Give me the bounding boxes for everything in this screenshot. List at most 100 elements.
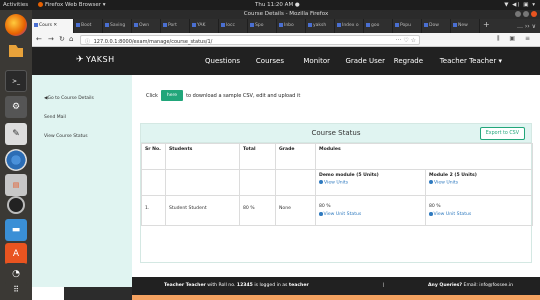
info-icon	[429, 212, 433, 216]
tab-bar: Cours ✕ Boot Saving Own Port YAK locc Sp…	[32, 19, 540, 33]
url-bar[interactable]: ⓘ 127.0.0.1:8000/exam/manage/course_stat…	[80, 35, 420, 45]
footer-separator: |	[383, 283, 385, 288]
yaksh-logo-icon: ✈	[76, 55, 85, 65]
module-header: Module 2 (5 Units) View Units	[425, 169, 533, 196]
site-footer: Teacher Teacher with Roll no. 12345 is l…	[132, 277, 540, 295]
grade-cell: None	[275, 195, 316, 226]
store-icon[interactable]: A	[5, 243, 27, 265]
sidebar-item-send-mail[interactable]: Send Mail	[44, 115, 66, 120]
module-progress-cell: 80 % View Unit Status	[425, 195, 533, 226]
settings-icon[interactable]: ⚙	[5, 96, 27, 118]
firefox-icon[interactable]	[5, 14, 27, 36]
module-name: Demo module (5 Units)	[319, 173, 379, 178]
course-status-panel: Course Status Export to CSV Sr No. Stude…	[140, 123, 533, 263]
module-progress-cell: 80 % View Unit Status	[315, 195, 426, 226]
reload-icon[interactable]: ↻	[59, 35, 65, 43]
nav-bar: ← → ↻ ⌂ ⓘ 127.0.0.1:8000/exam/manage/cou…	[32, 33, 540, 47]
main-content: Click here to download a sample CSV, edi…	[132, 75, 540, 287]
nav-courses[interactable]: Courses	[256, 57, 284, 65]
tab[interactable]: Port	[161, 19, 190, 33]
tab[interactable]: Index o	[335, 19, 364, 33]
tab[interactable]: Dow	[422, 19, 451, 33]
total-cell: 80 %	[239, 195, 276, 226]
view-units-link[interactable]: View Units	[319, 180, 422, 186]
view-units-link[interactable]: View Units	[429, 180, 529, 186]
nav-regrade[interactable]: Regrade	[394, 57, 423, 65]
chromium-icon[interactable]	[5, 149, 27, 171]
info-icon	[319, 212, 323, 216]
disk-icon[interactable]	[7, 196, 25, 214]
os-top-bar: Activities Firefox Web Browser ▾ Thu 11:…	[0, 0, 540, 10]
firefox-window: Course Details - Mozilla Firefox Cours ✕…	[32, 10, 540, 300]
apps-grid-icon[interactable]: ⠿	[5, 278, 27, 300]
col-modules: Modules	[315, 143, 533, 170]
module-header: Demo module (5 Units) View Units	[315, 169, 426, 196]
view-unit-status-link[interactable]: View Unit Status	[429, 212, 529, 217]
minimize-icon[interactable]	[515, 11, 521, 17]
info-icon	[429, 180, 433, 184]
here-button[interactable]: here	[160, 90, 184, 101]
table-header-row: Sr No. Students Total Grade Modules	[141, 143, 533, 170]
sidebar-bottom-spacer	[64, 287, 132, 300]
site-header: ✈ YAKSH Questions Courses Monitor Grade U…	[32, 47, 540, 75]
tab[interactable]: Own	[132, 19, 161, 33]
nav-monitor[interactable]: Monitor	[303, 57, 330, 65]
modules-header-row: Demo module (5 Units) View Units Module …	[141, 169, 533, 196]
system-tray[interactable]: ▼ ◀) ▣ ▾	[504, 2, 536, 8]
col-sr-no: Sr No.	[141, 143, 166, 170]
tab[interactable]: goo	[364, 19, 393, 33]
view-unit-status-link[interactable]: View Unit Status	[319, 212, 422, 217]
footer-contact: Any Queries? Email: info@fossee.in	[428, 283, 514, 288]
toolbar-icons[interactable]: ⫼ ▣ ≡	[497, 35, 534, 43]
software-icon[interactable]: ▤	[5, 174, 27, 196]
window-title-bar: Course Details - Mozilla Firefox	[32, 10, 540, 19]
tab[interactable]: yaksh	[306, 19, 335, 33]
tab[interactable]: Boot	[74, 19, 103, 33]
app-menu[interactable]: Firefox Web Browser ▾	[38, 2, 106, 8]
editor-icon[interactable]: ✎	[5, 123, 27, 145]
terminal-icon[interactable]: >_	[5, 70, 27, 92]
new-tab-button[interactable]: +	[480, 19, 493, 33]
col-total: Total	[239, 143, 276, 170]
page-actions-icon[interactable]: ··· ♡ ☆	[396, 37, 416, 44]
sidebar-item-course-status[interactable]: View Course Status	[44, 134, 88, 139]
writer-icon[interactable]: ▬	[5, 219, 27, 241]
forward-icon[interactable]: →	[48, 35, 54, 43]
student-cell: Student Student	[165, 195, 240, 226]
nav-user-menu[interactable]: Teacher Teacher ▾	[440, 57, 502, 65]
nav-questions[interactable]: Questions	[205, 57, 240, 65]
table-row: 1. Student Student 80 % None 80 % View U…	[141, 195, 533, 226]
tab[interactable]: Popu	[393, 19, 422, 33]
tab[interactable]: New	[451, 19, 480, 33]
info-icon[interactable]: ⓘ	[85, 39, 90, 45]
activities-button[interactable]: Activities	[3, 2, 28, 8]
site-logo[interactable]: ✈ YAKSH	[76, 55, 115, 65]
col-students: Students	[165, 143, 240, 170]
footer-user-info: Teacher Teacher with Roll no. 12345 is l…	[164, 283, 309, 288]
export-csv-button[interactable]: Export to CSV	[479, 127, 525, 140]
sr-cell: 1.	[141, 195, 166, 226]
files-icon[interactable]	[5, 40, 27, 62]
tab[interactable]: Inbo	[277, 19, 306, 33]
sidebar: ◀Go to Course Details Send Mail View Cou…	[32, 75, 132, 287]
close-icon[interactable]	[531, 11, 537, 17]
info-icon	[319, 180, 323, 184]
csv-download-line: Click here to download a sample CSV, edi…	[146, 90, 300, 101]
footer-accent-bar	[132, 295, 540, 300]
dock: >_ ⚙ ✎ ▤ ▬ A ◔ ⠿	[0, 10, 32, 300]
nav-grade-user[interactable]: Grade User	[345, 57, 385, 65]
tab[interactable]: Spo	[248, 19, 277, 33]
maximize-icon[interactable]	[523, 11, 529, 17]
back-icon[interactable]: ←	[36, 35, 42, 43]
panel-header: Course Status Export to CSV	[141, 124, 531, 143]
tab[interactable]: locc	[219, 19, 248, 33]
tab[interactable]: YAK	[190, 19, 219, 33]
url-text[interactable]: 127.0.0.1:8000/exam/manage/course_status…	[94, 39, 213, 45]
tab[interactable]: Saving	[103, 19, 132, 33]
clock[interactable]: Thu 11:20 AM ●	[255, 2, 300, 8]
home-icon[interactable]: ⌂	[69, 35, 73, 43]
window-title: Course Details - Mozilla Firefox	[243, 11, 329, 17]
tab-overflow-icon[interactable]: … ›› ∨	[513, 19, 540, 33]
tab-course-details[interactable]: Cours ✕	[32, 19, 74, 33]
sidebar-item-course-details[interactable]: ◀Go to Course Details	[44, 96, 94, 101]
